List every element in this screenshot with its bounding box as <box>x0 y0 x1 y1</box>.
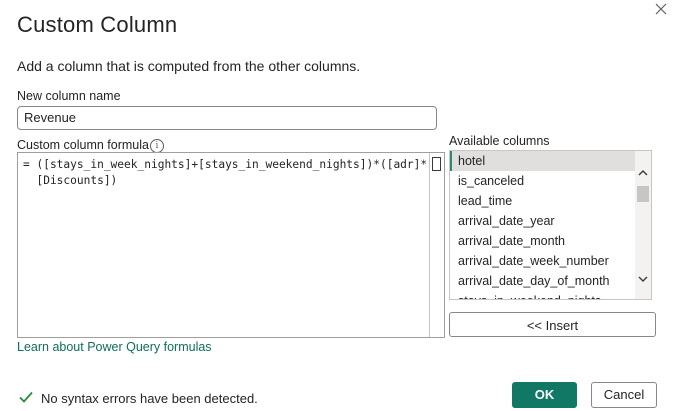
columns-scroll-thumb[interactable] <box>637 186 649 202</box>
list-item[interactable]: stays_in_weekend_nights <box>450 291 641 299</box>
close-icon[interactable] <box>652 0 670 18</box>
cancel-button[interactable]: Cancel <box>591 382 657 408</box>
checkmark-icon <box>18 389 34 405</box>
list-item[interactable]: arrival_date_year <box>450 211 641 231</box>
new-column-name-input[interactable] <box>17 106 437 130</box>
list-item[interactable]: arrival_date_week_number <box>450 251 641 271</box>
scroll-down-icon[interactable] <box>637 273 649 285</box>
learn-link[interactable]: Learn about Power Query formulas <box>17 340 212 354</box>
dialog-description: Add a column that is computed from the o… <box>17 58 361 74</box>
formula-scroll-thumb[interactable] <box>432 157 441 171</box>
formula-text[interactable]: = ([stays_in_week_nights]+[stays_in_week… <box>23 157 428 189</box>
list-item[interactable]: arrival_date_month <box>450 231 641 251</box>
formula-line-2: [Discounts]) <box>23 174 118 187</box>
available-columns-label: Available columns <box>449 134 550 148</box>
formula-label: Custom column formula <box>17 138 149 152</box>
list-item[interactable]: lead_time <box>450 191 641 211</box>
list-item[interactable]: is_canceled <box>450 171 641 191</box>
available-columns-list[interactable]: hotel is_canceled lead_time arrival_date… <box>449 150 652 300</box>
ok-button[interactable]: OK <box>512 382 577 408</box>
new-column-name-label: New column name <box>17 89 121 103</box>
list-item[interactable]: hotel <box>450 151 641 171</box>
insert-button[interactable]: << Insert <box>449 312 656 337</box>
scroll-up-icon[interactable] <box>637 167 649 179</box>
list-item[interactable]: arrival_date_day_of_month <box>450 271 641 291</box>
info-icon[interactable]: i <box>150 139 164 153</box>
syntax-status: No syntax errors have been detected. <box>41 391 258 406</box>
dialog-title: Custom Column <box>17 12 178 37</box>
formula-line-1: = ([stays_in_week_nights]+[stays_in_week… <box>23 158 428 171</box>
formula-scrollbar[interactable] <box>429 153 444 337</box>
columns-scrollbar[interactable] <box>635 151 651 299</box>
formula-editor[interactable]: = ([stays_in_week_nights]+[stays_in_week… <box>17 152 445 338</box>
